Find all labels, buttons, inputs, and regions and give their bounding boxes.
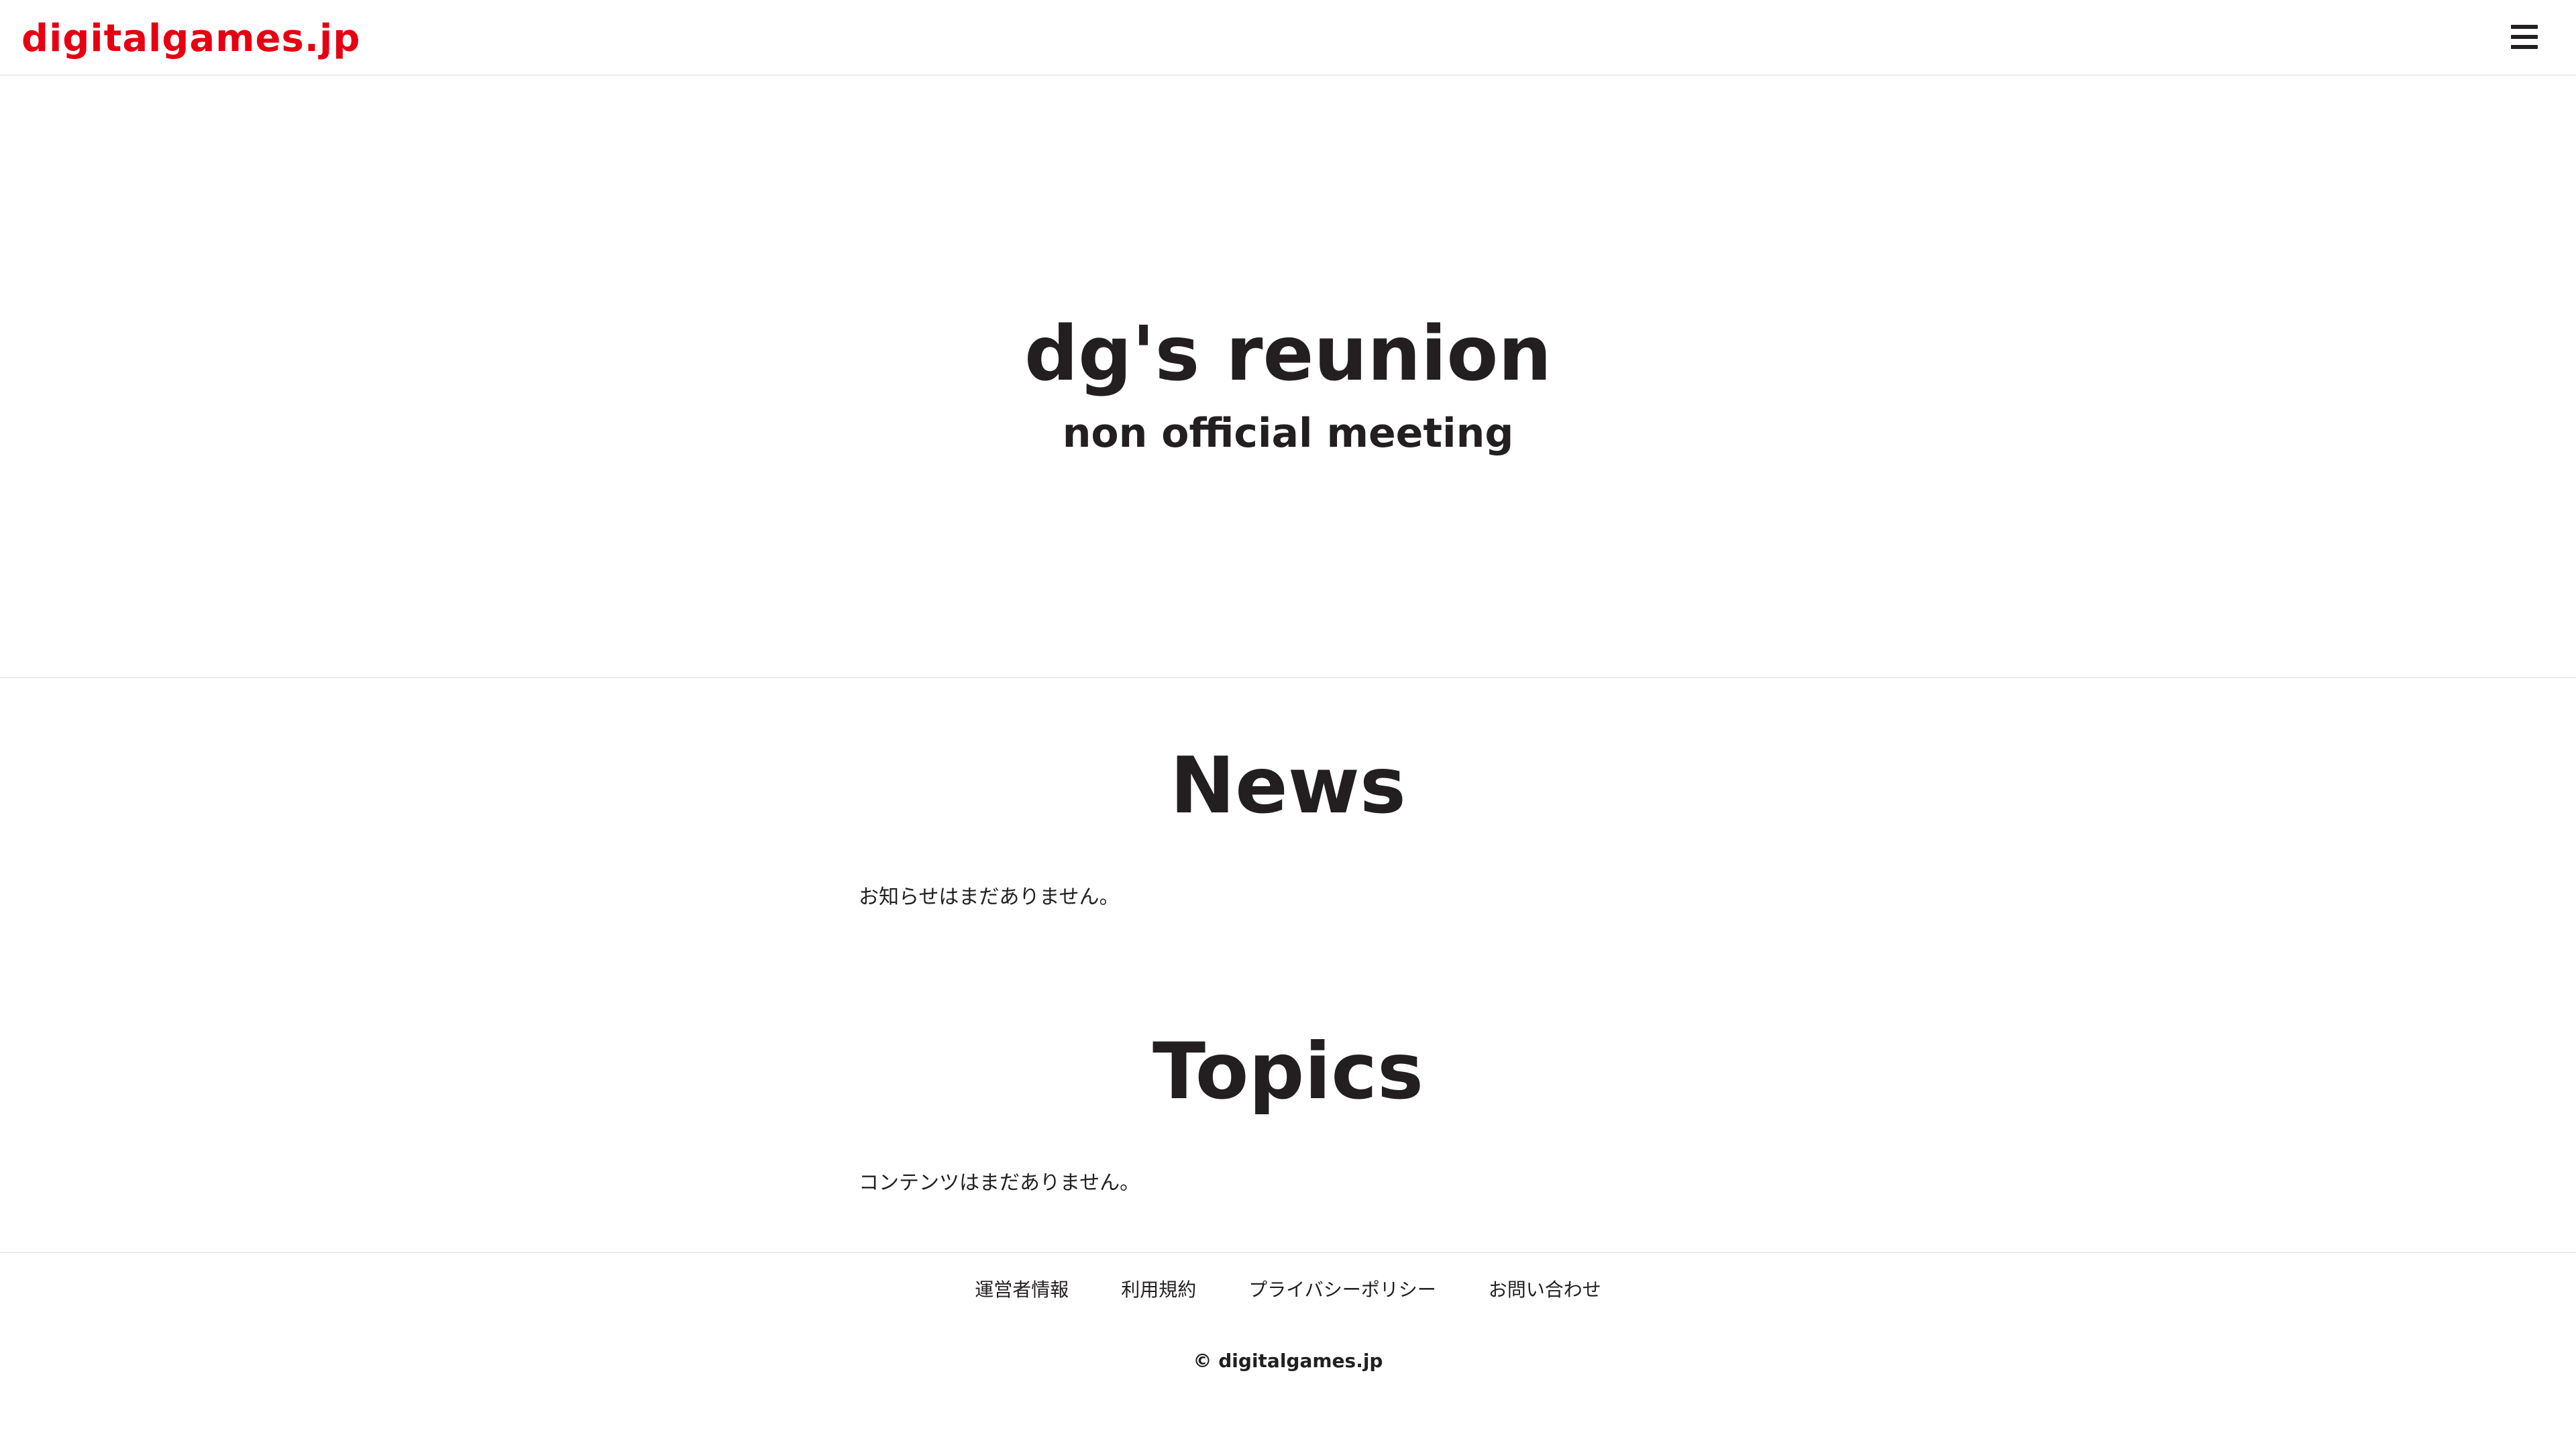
topics-empty-message: コンテンツはまだありません。 — [859, 1171, 1140, 1195]
hero-title: dg's reunion — [1024, 311, 1552, 398]
site-footer: 運営者情報 利用規約 プライバシーポリシー お問い合わせ © digitalga… — [0, 1252, 2576, 1449]
menu-button[interactable] — [2508, 20, 2545, 55]
copyright-text: © digitalgames.jp — [1193, 1350, 1383, 1372]
news-heading: News — [1170, 741, 1406, 831]
site-header: digitalgames.jp — [0, 0, 2576, 76]
hero-subtitle: non official meeting — [1062, 410, 1514, 457]
hero-section: dg's reunion non official meeting — [0, 76, 2576, 678]
footer-nav: 運営者情報 利用規約 プライバシーポリシー お問い合わせ — [0, 1273, 2576, 1307]
footer-link-terms[interactable]: 利用規約 — [1121, 1273, 1196, 1307]
topics-heading: Topics — [1152, 1026, 1424, 1117]
footer-link-privacy-policy[interactable]: プライバシーポリシー — [1248, 1273, 1436, 1307]
footer-link-contact[interactable]: お問い合わせ — [1489, 1273, 1601, 1307]
footer-link-operator-info[interactable]: 運営者情報 — [975, 1273, 1069, 1307]
news-empty-message: お知らせはまだありません。 — [859, 885, 1120, 909]
site-logo[interactable]: digitalgames.jp — [21, 12, 360, 66]
